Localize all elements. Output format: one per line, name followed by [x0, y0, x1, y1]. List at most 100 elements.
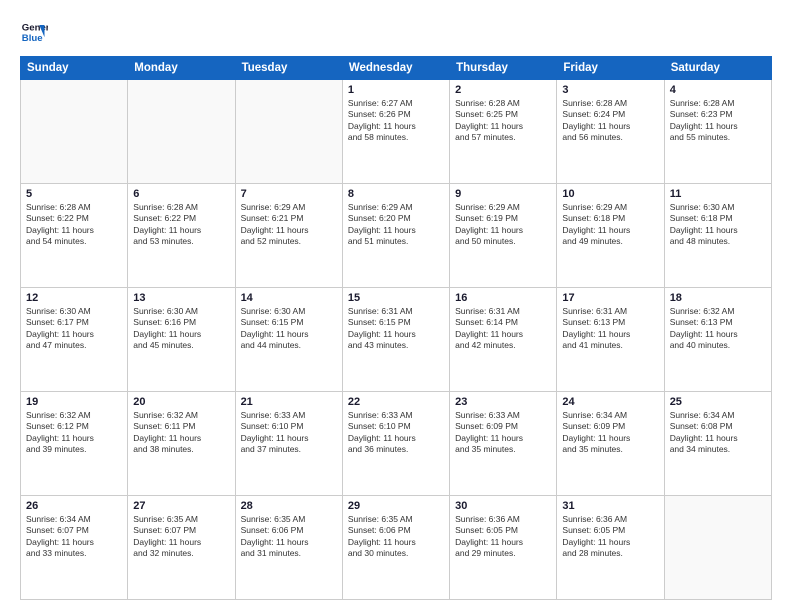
calendar-cell: 4 Sunrise: 6:28 AM Sunset: 6:23 PM Daylig…: [664, 80, 771, 184]
calendar-cell: 10 Sunrise: 6:29 AM Sunset: 6:18 PM Dayli…: [557, 184, 664, 288]
calendar-cell: 31Sunrise: 6:36 AM Sunset: 6:05 PM Dayli…: [557, 496, 664, 600]
day-info: Sunrise: 6:29 AM Sunset: 6:20 PM Dayligh…: [348, 202, 444, 248]
day-number: 21: [241, 396, 337, 408]
day-number: 26: [26, 500, 122, 512]
day-number: 15: [348, 292, 444, 304]
day-number: 10: [562, 188, 658, 200]
day-number: 28: [241, 500, 337, 512]
day-info: Sunrise: 6:29 AM Sunset: 6:19 PM Dayligh…: [455, 202, 551, 248]
calendar-cell: [21, 80, 128, 184]
weekday-header-monday: Monday: [128, 57, 235, 80]
week-row-2: 5Sunrise: 6:28 AM Sunset: 6:22 PM Daylig…: [21, 184, 772, 288]
day-info: Sunrise: 6:28 AM Sunset: 6:22 PM Dayligh…: [133, 202, 229, 248]
calendar-cell: 12 Sunrise: 6:30 AM Sunset: 6:17 PM Dayli…: [21, 288, 128, 392]
page: General Blue SundayMondayTuesdayWednesda…: [0, 0, 792, 612]
calendar-cell: 9 Sunrise: 6:29 AM Sunset: 6:19 PM Daylig…: [450, 184, 557, 288]
day-info: Sunrise: 6:33 AM Sunset: 6:10 PM Dayligh…: [348, 410, 444, 456]
day-number: 30: [455, 500, 551, 512]
logo-icon: General Blue: [20, 18, 48, 46]
day-number: 17: [562, 292, 658, 304]
weekday-header-row: SundayMondayTuesdayWednesdayThursdayFrid…: [21, 57, 772, 80]
day-info: Sunrise: 6:29 AM Sunset: 6:18 PM Dayligh…: [562, 202, 658, 248]
calendar-cell: 27 Sunrise: 6:35 AM Sunset: 6:07 PM Dayli…: [128, 496, 235, 600]
calendar-cell: 8 Sunrise: 6:29 AM Sunset: 6:20 PM Daylig…: [342, 184, 449, 288]
calendar-cell: 24 Sunrise: 6:34 AM Sunset: 6:09 PM Dayli…: [557, 392, 664, 496]
day-info: Sunrise: 6:34 AM Sunset: 6:08 PM Dayligh…: [670, 410, 766, 456]
day-number: 2: [455, 84, 551, 96]
calendar-cell: 6Sunrise: 6:28 AM Sunset: 6:22 PM Daylig…: [128, 184, 235, 288]
day-info: Sunrise: 6:31 AM Sunset: 6:14 PM Dayligh…: [455, 306, 551, 352]
calendar-cell: 1 Sunrise: 6:27 AM Sunset: 6:26 PM Daylig…: [342, 80, 449, 184]
day-number: 8: [348, 188, 444, 200]
week-row-5: 26 Sunrise: 6:34 AM Sunset: 6:07 PM Dayli…: [21, 496, 772, 600]
day-info: Sunrise: 6:33 AM Sunset: 6:10 PM Dayligh…: [241, 410, 337, 456]
calendar-table: SundayMondayTuesdayWednesdayThursdayFrid…: [20, 56, 772, 600]
calendar-cell: 19Sunrise: 6:32 AM Sunset: 6:12 PM Dayli…: [21, 392, 128, 496]
day-info: Sunrise: 6:36 AM Sunset: 6:05 PM Dayligh…: [562, 514, 658, 560]
weekday-header-saturday: Saturday: [664, 57, 771, 80]
calendar-cell: 23Sunrise: 6:33 AM Sunset: 6:09 PM Dayli…: [450, 392, 557, 496]
day-info: Sunrise: 6:32 AM Sunset: 6:13 PM Dayligh…: [670, 306, 766, 352]
day-number: 11: [670, 188, 766, 200]
day-number: 4: [670, 84, 766, 96]
calendar-cell: 15 Sunrise: 6:31 AM Sunset: 6:15 PM Dayli…: [342, 288, 449, 392]
week-row-4: 19Sunrise: 6:32 AM Sunset: 6:12 PM Dayli…: [21, 392, 772, 496]
calendar-cell: 28 Sunrise: 6:35 AM Sunset: 6:06 PM Dayli…: [235, 496, 342, 600]
calendar-cell: [235, 80, 342, 184]
day-number: 19: [26, 396, 122, 408]
day-info: Sunrise: 6:36 AM Sunset: 6:05 PM Dayligh…: [455, 514, 551, 560]
calendar-cell: 26 Sunrise: 6:34 AM Sunset: 6:07 PM Dayli…: [21, 496, 128, 600]
calendar-cell: [664, 496, 771, 600]
day-info: Sunrise: 6:33 AM Sunset: 6:09 PM Dayligh…: [455, 410, 551, 456]
weekday-header-tuesday: Tuesday: [235, 57, 342, 80]
day-info: Sunrise: 6:28 AM Sunset: 6:25 PM Dayligh…: [455, 98, 551, 144]
day-number: 24: [562, 396, 658, 408]
weekday-header-thursday: Thursday: [450, 57, 557, 80]
day-number: 9: [455, 188, 551, 200]
day-info: Sunrise: 6:28 AM Sunset: 6:23 PM Dayligh…: [670, 98, 766, 144]
day-info: Sunrise: 6:35 AM Sunset: 6:07 PM Dayligh…: [133, 514, 229, 560]
day-info: Sunrise: 6:35 AM Sunset: 6:06 PM Dayligh…: [348, 514, 444, 560]
day-number: 7: [241, 188, 337, 200]
calendar-cell: 14Sunrise: 6:30 AM Sunset: 6:15 PM Dayli…: [235, 288, 342, 392]
calendar-cell: 5Sunrise: 6:28 AM Sunset: 6:22 PM Daylig…: [21, 184, 128, 288]
calendar-cell: 7 Sunrise: 6:29 AM Sunset: 6:21 PM Daylig…: [235, 184, 342, 288]
day-number: 29: [348, 500, 444, 512]
day-info: Sunrise: 6:28 AM Sunset: 6:24 PM Dayligh…: [562, 98, 658, 144]
day-number: 14: [241, 292, 337, 304]
weekday-header-friday: Friday: [557, 57, 664, 80]
calendar-cell: 18 Sunrise: 6:32 AM Sunset: 6:13 PM Dayli…: [664, 288, 771, 392]
day-info: Sunrise: 6:28 AM Sunset: 6:22 PM Dayligh…: [26, 202, 122, 248]
week-row-1: 1 Sunrise: 6:27 AM Sunset: 6:26 PM Daylig…: [21, 80, 772, 184]
day-info: Sunrise: 6:34 AM Sunset: 6:07 PM Dayligh…: [26, 514, 122, 560]
day-info: Sunrise: 6:35 AM Sunset: 6:06 PM Dayligh…: [241, 514, 337, 560]
day-info: Sunrise: 6:30 AM Sunset: 6:17 PM Dayligh…: [26, 306, 122, 352]
calendar-cell: 30 Sunrise: 6:36 AM Sunset: 6:05 PM Dayli…: [450, 496, 557, 600]
day-number: 27: [133, 500, 229, 512]
calendar-cell: 20Sunrise: 6:32 AM Sunset: 6:11 PM Dayli…: [128, 392, 235, 496]
day-number: 18: [670, 292, 766, 304]
weekday-header-wednesday: Wednesday: [342, 57, 449, 80]
calendar-cell: 21 Sunrise: 6:33 AM Sunset: 6:10 PM Dayli…: [235, 392, 342, 496]
header: General Blue: [20, 18, 772, 46]
day-number: 16: [455, 292, 551, 304]
calendar-cell: 25 Sunrise: 6:34 AM Sunset: 6:08 PM Dayli…: [664, 392, 771, 496]
day-info: Sunrise: 6:31 AM Sunset: 6:15 PM Dayligh…: [348, 306, 444, 352]
day-number: 20: [133, 396, 229, 408]
calendar-cell: 11Sunrise: 6:30 AM Sunset: 6:18 PM Dayli…: [664, 184, 771, 288]
calendar-cell: [128, 80, 235, 184]
week-row-3: 12 Sunrise: 6:30 AM Sunset: 6:17 PM Dayli…: [21, 288, 772, 392]
calendar-cell: 17 Sunrise: 6:31 AM Sunset: 6:13 PM Dayli…: [557, 288, 664, 392]
day-info: Sunrise: 6:31 AM Sunset: 6:13 PM Dayligh…: [562, 306, 658, 352]
day-info: Sunrise: 6:34 AM Sunset: 6:09 PM Dayligh…: [562, 410, 658, 456]
day-number: 13: [133, 292, 229, 304]
day-number: 3: [562, 84, 658, 96]
day-info: Sunrise: 6:27 AM Sunset: 6:26 PM Dayligh…: [348, 98, 444, 144]
weekday-header-sunday: Sunday: [21, 57, 128, 80]
day-number: 25: [670, 396, 766, 408]
day-number: 1: [348, 84, 444, 96]
calendar-cell: 3 Sunrise: 6:28 AM Sunset: 6:24 PM Daylig…: [557, 80, 664, 184]
day-number: 12: [26, 292, 122, 304]
day-info: Sunrise: 6:29 AM Sunset: 6:21 PM Dayligh…: [241, 202, 337, 248]
logo: General Blue: [20, 18, 48, 46]
